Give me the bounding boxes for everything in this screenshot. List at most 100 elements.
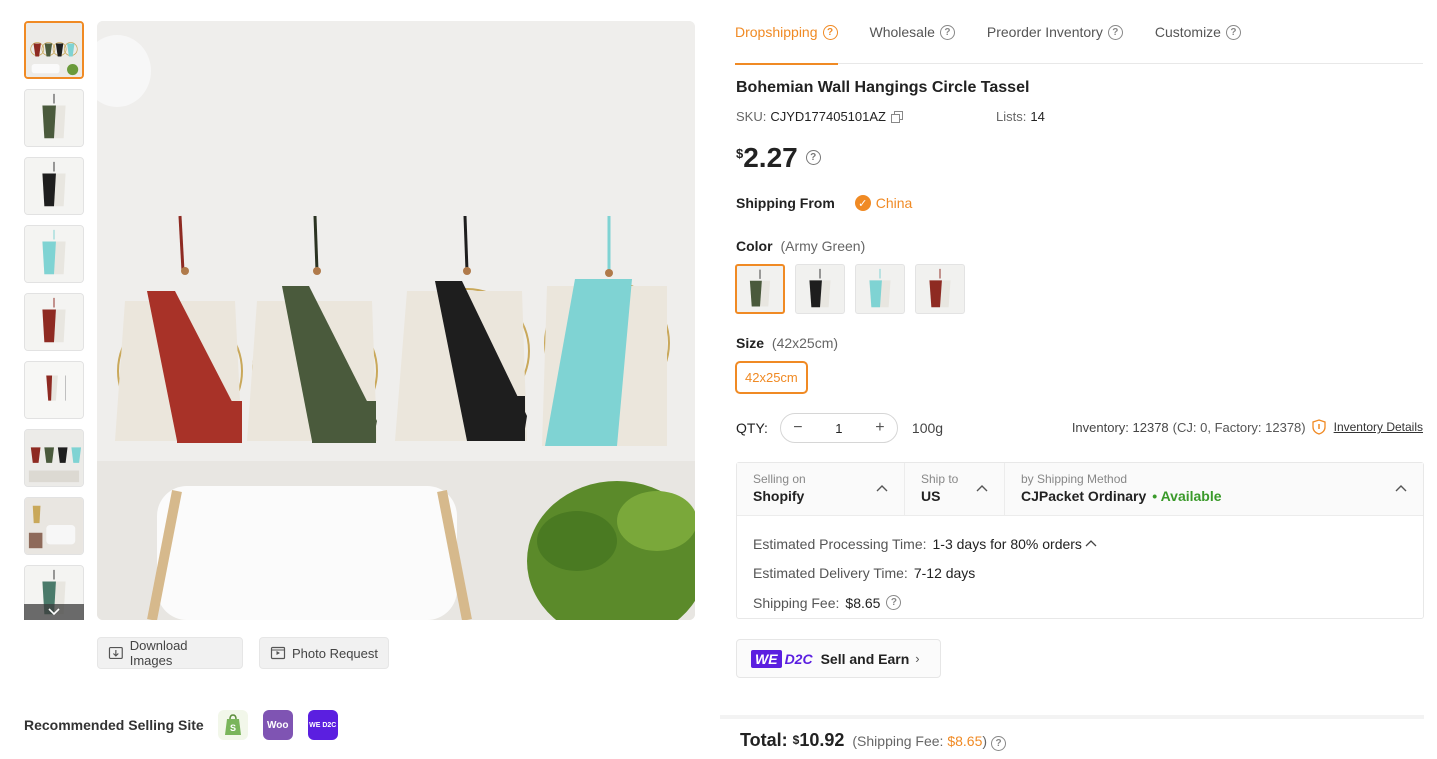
tab-label: Preorder Inventory <box>986 24 1103 40</box>
color-swatches <box>735 264 965 314</box>
thumbnail-3[interactable] <box>24 157 84 215</box>
shipping-from-label: Shipping From <box>736 195 835 211</box>
help-icon[interactable]: ? <box>1107 24 1123 40</box>
we-logo: WE <box>751 649 782 668</box>
sku-row: SKU: CJYD177405101AZ <box>736 109 903 124</box>
help-icon[interactable]: ? <box>805 150 821 165</box>
thumbnail-scroll-down-button[interactable] <box>24 604 84 620</box>
thumbnail-strip <box>24 21 84 620</box>
color-selected: (Army Green) <box>780 238 866 254</box>
thumbnail-7[interactable] <box>24 429 84 487</box>
chevron-up-icon[interactable] <box>1085 538 1097 550</box>
wed2c-icon[interactable]: WE D2C <box>307 710 338 740</box>
copy-icon[interactable] <box>890 110 903 123</box>
help-icon[interactable]: ? <box>939 24 955 40</box>
help-icon[interactable]: ? <box>1225 24 1241 40</box>
availability-status: • Available <box>1152 488 1222 504</box>
inventory-row: Inventory: 12378 (CJ: 0, Factory: 12378)… <box>1072 419 1423 435</box>
price-currency: $ <box>736 146 744 161</box>
color-swatch-army-green[interactable] <box>735 264 785 314</box>
wed2c-sell-and-earn-button[interactable]: WE D2C Sell and Earn › <box>736 639 941 678</box>
lists-count: Lists: 14 <box>996 109 1045 124</box>
quantity-input[interactable]: 1 <box>835 421 842 436</box>
lists-label: Lists: <box>996 109 1027 124</box>
total-row: Total: $ 10.92 (Shipping Fee: $8.65) ? <box>740 730 1007 751</box>
lists-value: 14 <box>1030 109 1045 124</box>
tab-label: Customize <box>1154 24 1221 40</box>
shipping-from-value[interactable]: China <box>876 195 913 211</box>
shipping-method-dropdown[interactable]: by Shipping Method CJPacket Ordinary • Av… <box>1005 463 1423 515</box>
ship-to-dropdown[interactable]: Ship to US <box>905 463 1005 515</box>
download-image-icon <box>108 647 123 659</box>
help-icon[interactable]: ? <box>991 736 1007 751</box>
processing-time-row: Estimated Processing Time: 1-3 days for … <box>753 529 1407 559</box>
total-amount: 10.92 <box>799 730 845 750</box>
thumbnail-6[interactable] <box>24 361 84 419</box>
tab-dropshipping[interactable]: Dropshipping ? <box>735 0 838 65</box>
shipping-selectors: Selling on Shopify Ship to US by Shippin… <box>737 463 1423 516</box>
color-swatch-red[interactable] <box>915 264 965 314</box>
video-frame-icon <box>270 646 286 660</box>
thumbnail-2[interactable] <box>24 89 84 147</box>
download-images-label: Download Images <box>129 638 188 668</box>
sku-label: SKU: <box>736 109 767 124</box>
chevron-down-icon <box>48 608 60 616</box>
thumbnail-1[interactable] <box>24 21 84 79</box>
d2c-logo: D2C <box>784 650 813 667</box>
sell-and-earn-label: Sell and Earn <box>820 650 910 667</box>
sku-value: CJYD177405101AZ <box>770 109 886 124</box>
main-product-image[interactable] <box>97 21 695 620</box>
total-currency: $ <box>792 733 800 747</box>
color-label: Color <box>736 238 773 254</box>
woocommerce-label: Woo <box>266 719 289 731</box>
increment-button[interactable]: + <box>873 419 887 437</box>
divider <box>720 715 1424 719</box>
thumbnail-5[interactable] <box>24 293 84 351</box>
shipping-method-label: by Shipping Method <box>1021 472 1128 486</box>
processing-time-value: 1-3 days for 80% orders <box>932 535 1082 552</box>
photo-request-button[interactable]: Photo Request <box>259 637 389 669</box>
shipping-panel: Selling on Shopify Ship to US by Shippin… <box>736 462 1424 619</box>
shipping-fee-value: $8.65 <box>845 594 881 611</box>
chevron-right-icon: › <box>915 651 920 666</box>
tab-customize[interactable]: Customize ? <box>1155 0 1241 64</box>
total-label: Total: <box>740 730 788 750</box>
tab-label: Wholesale <box>869 24 935 40</box>
selling-on-dropdown[interactable]: Selling on Shopify <box>737 463 905 515</box>
color-swatch-black[interactable] <box>795 264 845 314</box>
color-swatch-mint[interactable] <box>855 264 905 314</box>
recommended-selling-sites: Recommended Selling Site S Woo WE D2C <box>24 710 353 740</box>
help-icon[interactable]: ? <box>886 595 902 611</box>
download-images-button[interactable]: Download Images <box>97 637 243 669</box>
processing-time-label: Estimated Processing Time: <box>753 535 927 552</box>
total-shipping-fee: (Shipping Fee: $8.65) <box>852 733 987 749</box>
total-fee-prefix: (Shipping Fee: <box>852 733 948 749</box>
tab-wholesale[interactable]: Wholesale ? <box>870 0 955 64</box>
delivery-time-value: 7-12 days <box>913 565 976 582</box>
thumbnail-8[interactable] <box>24 497 84 555</box>
product-title: Bohemian Wall Hangings Circle Tassel <box>736 79 1030 96</box>
inventory-details-link[interactable]: Inventory Details <box>1334 420 1423 434</box>
purchase-mode-tabs: Dropshipping ? Wholesale ? Preorder Inve… <box>735 0 1423 65</box>
size-option-42x25cm[interactable]: 42x25cm <box>735 361 808 394</box>
shipping-fee-label: Shipping Fee: <box>753 594 840 611</box>
shopify-icon[interactable]: S <box>217 710 248 740</box>
tab-label: Dropshipping <box>735 24 818 40</box>
shipping-fee-row: Shipping Fee: $8.65 ? <box>753 588 1407 618</box>
shipping-method-value: CJPacket Ordinary <box>1021 488 1147 504</box>
wed2c-badge-label: WE D2C <box>309 721 337 729</box>
help-icon[interactable]: ? <box>822 24 838 40</box>
decrement-button[interactable]: − <box>791 419 805 437</box>
chevron-up-icon <box>976 485 988 492</box>
inventory-count: Inventory: 12378 <box>1071 419 1169 435</box>
woocommerce-icon[interactable]: Woo <box>262 710 293 740</box>
tab-preorder-inventory[interactable]: Preorder Inventory ? <box>987 0 1123 64</box>
size-selected: (42x25cm) <box>771 335 839 351</box>
size-row: Size (42x25cm) <box>736 335 838 351</box>
total-fee-suffix: ) <box>982 733 988 749</box>
delivery-time-row: Estimated Delivery Time: 7-12 days <box>753 559 1407 589</box>
color-row: Color (Army Green) <box>736 238 865 254</box>
price-amount: 2.27 <box>743 142 798 173</box>
thumbnail-4[interactable] <box>24 225 84 283</box>
quantity-row: QTY: − 1 + 100g <box>736 413 943 443</box>
